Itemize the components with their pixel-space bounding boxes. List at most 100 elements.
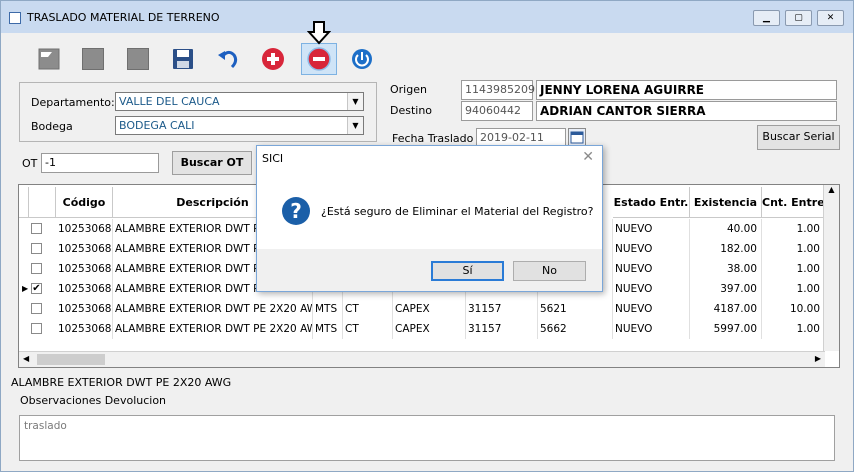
question-icon: ? <box>282 197 310 225</box>
cell-cnt: 1.00 <box>762 319 825 339</box>
app-icon <box>9 12 21 24</box>
cell-tipo: CAPEX <box>393 319 466 339</box>
yes-button[interactable]: Sí <box>431 261 504 281</box>
bodega-select[interactable]: BODEGA CALI ▼ <box>115 116 364 135</box>
selected-description: ALAMBRE EXTERIOR DWT PE 2X20 AWG <box>11 376 232 389</box>
ot-input[interactable]: -1 <box>41 153 159 173</box>
no-button[interactable]: No <box>513 261 586 281</box>
cell-exist: 40.00 <box>690 219 762 239</box>
cell-exist: 4187.00 <box>690 299 762 319</box>
undo-button[interactable] <box>214 45 242 73</box>
title-bar: TRASLADO MATERIAL DE TERRENO ▁ ▢ ✕ <box>1 1 853 33</box>
row-checkbox[interactable]: ✔ <box>31 283 42 294</box>
maximize-button[interactable]: ▢ <box>785 10 812 26</box>
square-button-1[interactable] <box>79 45 107 73</box>
power-button[interactable] <box>348 45 376 73</box>
buscar-serial-button[interactable]: Buscar Serial <box>757 125 840 150</box>
chevron-down-icon: ▼ <box>347 93 363 110</box>
cell-u: MTS <box>313 299 343 319</box>
observaciones-label: Observaciones Devolucion <box>20 394 167 407</box>
remove-icon <box>307 47 331 71</box>
window-title: TRASLADO MATERIAL DE TERRENO <box>27 11 220 24</box>
origen-code-field[interactable]: 1143985209 <box>461 80 535 100</box>
grid-header-blank <box>19 187 29 218</box>
buscar-ot-button[interactable]: Buscar OT <box>172 151 252 175</box>
scroll-left-icon[interactable]: ◀ <box>23 354 29 363</box>
chevron-down-icon: ▼ <box>347 117 363 134</box>
cell-codigo: 102530682 <box>56 239 113 259</box>
cell-codigo: 102530682 <box>56 299 113 319</box>
square-icon <box>127 48 149 70</box>
cell-estado: NUEVO <box>613 299 690 319</box>
ot-label: OT <box>22 157 38 170</box>
destino-label: Destino <box>390 104 433 117</box>
flag-button[interactable] <box>35 45 63 73</box>
cell-estado: NUEVO <box>613 239 690 259</box>
grid-header-cnt[interactable]: Cnt. Entreg <box>762 187 825 218</box>
dialog-close-icon[interactable]: ✕ <box>582 149 594 165</box>
grid-vertical-scrollbar[interactable]: ▲ <box>823 185 839 351</box>
minimize-button[interactable]: ▁ <box>753 10 780 26</box>
cell-estado: NUEVO <box>613 219 690 239</box>
row-pointer-icon: ▶ <box>22 284 29 293</box>
confirm-dialog: SICI ✕ ? ¿Está seguro de Eliminar el Mat… <box>256 145 603 292</box>
cell-cnt: 10.00 <box>762 299 825 319</box>
cell-estado: NUEVO <box>613 259 690 279</box>
cell-n2: 5662 <box>538 319 613 339</box>
row-checkbox[interactable] <box>31 303 42 314</box>
grid-header-check <box>29 187 56 218</box>
observaciones-textarea[interactable]: traslado <box>19 415 835 461</box>
cell-n1: 31157 <box>466 299 538 319</box>
add-button[interactable] <box>259 45 287 73</box>
arrow-down-icon <box>306 21 332 48</box>
cell-exist: 397.00 <box>690 279 762 299</box>
destino-code-field[interactable]: 94060442 <box>461 101 533 121</box>
cell-t: CT <box>343 319 393 339</box>
row-checkbox[interactable] <box>31 323 42 334</box>
cell-codigo: 102530682 <box>56 279 113 299</box>
cell-desc: ALAMBRE EXTERIOR DWT PE 2X20 AWG <box>113 299 313 319</box>
scroll-up-icon[interactable]: ▲ <box>824 185 839 194</box>
cell-exist: 38.00 <box>690 259 762 279</box>
destino-name-field[interactable]: ADRIAN CANTOR SIERRA <box>536 101 837 121</box>
scroll-right-icon[interactable]: ▶ <box>815 354 821 363</box>
row-checkbox[interactable] <box>31 243 42 254</box>
square-button-2[interactable] <box>124 45 152 73</box>
undo-icon <box>218 50 238 69</box>
add-icon <box>262 48 284 70</box>
cell-estado: NUEVO <box>613 279 690 299</box>
cell-n2: 5621 <box>538 299 613 319</box>
table-row[interactable]: 102530682 ALAMBRE EXTERIOR DWT PE 2X20 AW… <box>19 319 825 339</box>
save-button[interactable] <box>169 45 197 73</box>
origen-label: Origen <box>390 83 427 96</box>
dialog-message: ¿Está seguro de Eliminar el Material del… <box>321 205 594 218</box>
row-checkbox[interactable] <box>31 263 42 274</box>
departamento-label: Departamento: <box>31 96 115 109</box>
cell-u: MTS <box>313 319 343 339</box>
table-row[interactable]: 102530682 ALAMBRE EXTERIOR DWT PE 2X20 AW… <box>19 299 825 319</box>
cell-estado: NUEVO <box>613 319 690 339</box>
departamento-value: VALLE DEL CAUCA <box>119 95 220 108</box>
calendar-icon[interactable] <box>568 128 586 146</box>
grid-header-codigo[interactable]: Código <box>56 187 113 218</box>
cell-cnt: 1.00 <box>762 239 825 259</box>
departamento-select[interactable]: VALLE DEL CAUCA ▼ <box>115 92 364 111</box>
grid-horizontal-scrollbar[interactable]: ◀ ▶ <box>19 351 825 367</box>
grid-header-existencia[interactable]: Existencia <box>690 187 762 218</box>
close-button[interactable]: ✕ <box>817 10 844 26</box>
cell-codigo: 102530682 <box>56 319 113 339</box>
scroll-thumb[interactable] <box>37 354 105 365</box>
origen-name-field[interactable]: JENNY LORENA AGUIRRE <box>536 80 837 100</box>
cell-codigo: 102530682 <box>56 219 113 239</box>
cell-n1: 31157 <box>466 319 538 339</box>
square-icon <box>82 48 104 70</box>
row-checkbox[interactable] <box>31 223 42 234</box>
cell-exist: 182.00 <box>690 239 762 259</box>
bodega-label: Bodega <box>31 120 73 133</box>
cell-codigo: 102530682 <box>56 259 113 279</box>
cell-desc: ALAMBRE EXTERIOR DWT PE 2X20 AWG <box>113 319 313 339</box>
cell-cnt: 1.00 <box>762 279 825 299</box>
flag-icon <box>38 48 60 70</box>
save-icon <box>173 49 193 69</box>
grid-header-estado[interactable]: Estado Entr. <box>613 187 690 218</box>
